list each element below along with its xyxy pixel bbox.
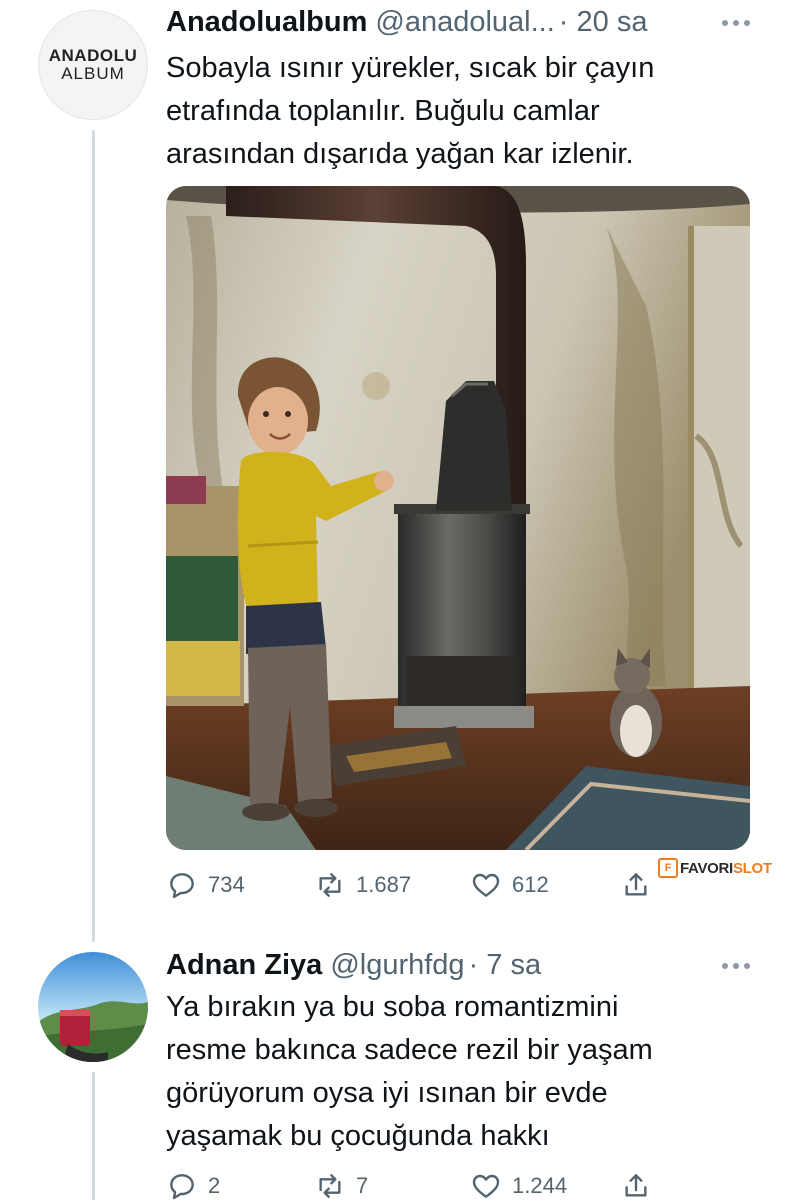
tweet-text: Ya bırakın ya bu soba romantizmini resme… <box>166 986 653 1158</box>
avatar-adnan-ziya[interactable] <box>38 952 148 1062</box>
tweet-text-line: Ya bırakın ya bu soba romantizmini <box>166 991 619 1023</box>
like-button[interactable]: 1.244 <box>470 1170 567 1202</box>
tweet-time[interactable]: · 20 sa <box>559 6 648 39</box>
share-button[interactable] <box>620 869 652 901</box>
retweet-count: 7 <box>356 1173 369 1198</box>
more-icon[interactable] <box>722 18 752 28</box>
reply-count: 734 <box>208 872 245 897</box>
reply-icon <box>170 873 194 899</box>
photo-illustration <box>166 186 750 850</box>
retweet-button[interactable]: 1.687 <box>314 869 411 901</box>
tweet-time[interactable]: · 7 sa <box>469 949 542 982</box>
thread-line-lower <box>92 1072 95 1200</box>
watermark-text-2: SLOT <box>732 859 772 877</box>
share-icon <box>625 1174 647 1197</box>
thread-line-upper <box>92 130 95 942</box>
like-icon <box>472 1174 500 1198</box>
like-count: 612 <box>512 872 549 897</box>
logo-text-top: ANADOLU <box>48 46 138 65</box>
reply-button[interactable]: 2 <box>166 1170 220 1202</box>
retweet-button[interactable]: 7 <box>314 1170 368 1202</box>
like-icon <box>472 873 500 897</box>
logo-text-bottom: ALBUM <box>61 64 125 83</box>
author-handle[interactable]: @anadolual... <box>375 6 554 39</box>
watermark-logo: F FAVORI SLOT <box>658 857 772 879</box>
avatar-photo <box>38 952 148 1062</box>
more-icon[interactable] <box>722 961 752 971</box>
reply-count: 2 <box>208 1173 221 1198</box>
reply-button[interactable]: 734 <box>166 869 245 901</box>
like-button[interactable]: 612 <box>470 869 549 901</box>
tweet-photo[interactable] <box>166 186 750 850</box>
author-name[interactable]: Anadolualbum <box>166 6 367 39</box>
tweet-text-line: etrafında toplanılır. Buğulu camlar <box>166 95 600 127</box>
tweet-text-line: görüyorum oysa iyi ısınan bir evde <box>166 1077 608 1109</box>
share-button[interactable] <box>620 1170 652 1202</box>
watermark-box: F <box>658 858 678 878</box>
watermark-text-1: FAVORI <box>680 859 733 877</box>
retweet-icon <box>319 1174 341 1198</box>
tweet-text: Sobayla ısınır yürekler, sıcak bir çayın… <box>166 47 654 176</box>
retweet-icon <box>319 873 341 897</box>
tweet-header: Adnan Ziya @lgurhfdg · 7 sa <box>166 943 541 987</box>
tweet-text-line: arasından dışarıda yağan kar izlenir. <box>166 138 634 170</box>
retweet-count: 1.687 <box>356 872 412 897</box>
like-count: 1.244 <box>512 1173 568 1198</box>
tweet-header: Anadolualbum @anadolual... · 20 sa <box>166 0 647 44</box>
share-icon <box>625 873 647 896</box>
author-name[interactable]: Adnan Ziya <box>166 949 322 982</box>
reply-icon <box>170 1174 194 1200</box>
author-handle[interactable]: @lgurhfdg <box>330 949 464 982</box>
tweet-text-line: Sobayla ısınır yürekler, sıcak bir çayın <box>166 52 655 84</box>
tweet-text-line: yaşamak bu çocuğunda hakkı <box>166 1120 550 1152</box>
tweet-text-line: resme bakınca sadece rezil bir yaşam <box>166 1034 653 1066</box>
avatar-anadolualbum[interactable]: ANADOLU ALBUM <box>38 10 148 120</box>
